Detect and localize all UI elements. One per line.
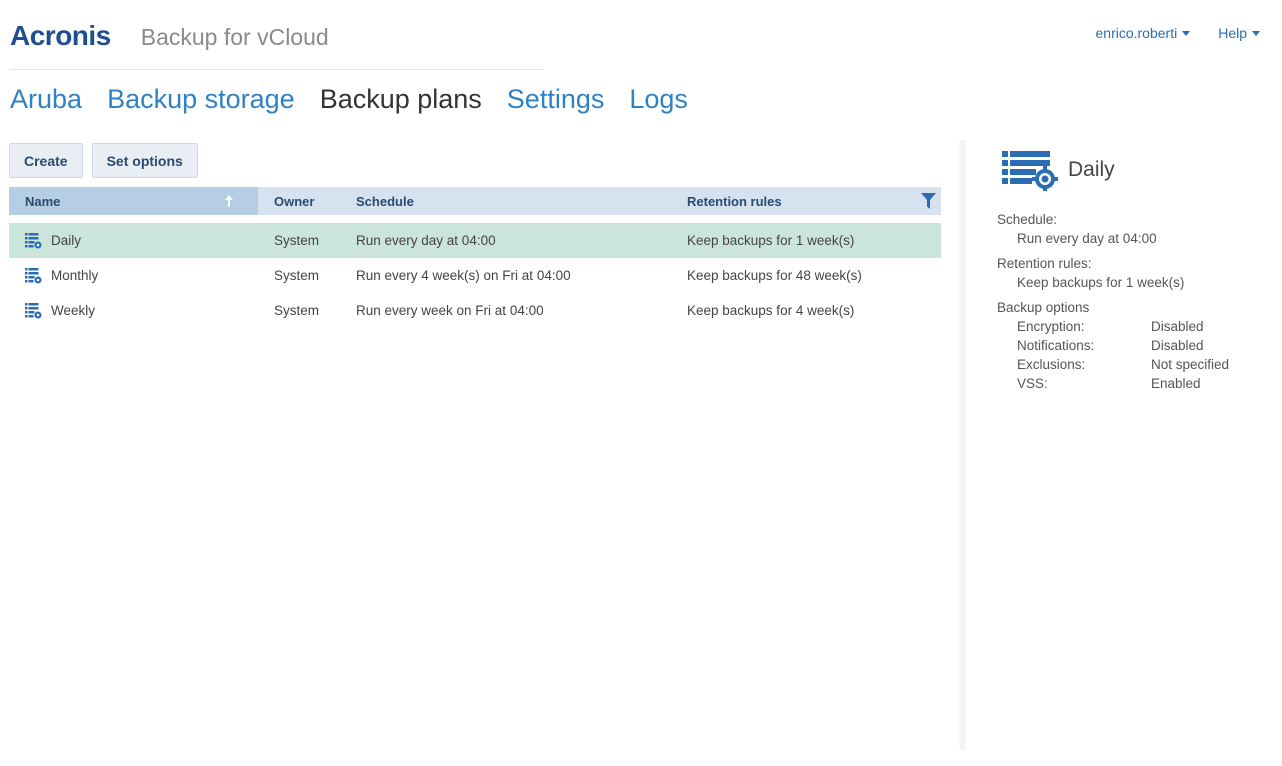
schedule-value: Run every day at 04:00: [1017, 231, 1157, 246]
column-header-name[interactable]: Name: [9, 187, 258, 215]
column-header-label: Schedule: [356, 193, 414, 209]
backup-plan-icon: [25, 303, 42, 319]
brand: Acronis Backup for vCloud: [10, 20, 329, 56]
option-row: Exclusions: Not specified: [997, 355, 1267, 374]
table-row[interactable]: Daily System Run every day at 04:00 Keep…: [9, 223, 941, 258]
plan-owner: System: [274, 268, 320, 283]
retention-label: Retention rules:: [997, 256, 1092, 271]
column-header-owner[interactable]: Owner: [274, 187, 314, 215]
option-row: Notifications: Disabled: [997, 336, 1267, 355]
help-label: Help: [1218, 25, 1247, 41]
nav-backup-storage[interactable]: Backup storage: [107, 84, 295, 115]
nav-backup-plans[interactable]: Backup plans: [320, 84, 482, 115]
plan-name: Weekly: [51, 303, 96, 318]
toolbar: Create Set options: [9, 143, 198, 178]
option-value: Not specified: [1151, 357, 1230, 372]
plan-name: Monthly: [51, 268, 99, 283]
plan-retention: Keep backups for 1 week(s): [687, 233, 855, 248]
plan-schedule: Run every 4 week(s) on Fri at 04:00: [356, 268, 571, 283]
option-key: Exclusions:: [1017, 357, 1086, 372]
retention-value: Keep backups for 1 week(s): [1017, 275, 1185, 290]
backup-options-label: Backup options: [997, 300, 1090, 315]
sort-ascending-icon: [225, 195, 233, 207]
option-value: Enabled: [1151, 376, 1201, 391]
plan-retention: Keep backups for 48 week(s): [687, 268, 862, 283]
table-body: Daily System Run every day at 04:00 Keep…: [9, 223, 941, 328]
plan-name: Daily: [51, 233, 82, 248]
user-area: enrico.roberti Help: [1096, 25, 1260, 41]
table-header: Name Owner Schedule Retention rules: [9, 187, 941, 215]
nav-logs[interactable]: Logs: [629, 84, 688, 115]
chevron-down-icon: [1182, 30, 1191, 36]
nav-aruba[interactable]: Aruba: [10, 84, 82, 115]
user-name: enrico.roberti: [1095, 25, 1178, 41]
table-row[interactable]: Weekly System Run every week on Fri at 0…: [9, 293, 941, 328]
user-menu[interactable]: enrico.roberti: [1096, 25, 1191, 41]
product-name: Backup for vCloud: [140, 24, 329, 50]
option-key: Encryption:: [1017, 319, 1085, 334]
plan-retention: Keep backups for 4 week(s): [687, 303, 855, 318]
backup-plans-table: Name Owner Schedule Retention rules Dail…: [9, 187, 941, 328]
backup-plan-icon: [25, 233, 42, 249]
option-value: Disabled: [1151, 319, 1204, 334]
option-row: Encryption: Disabled: [997, 317, 1267, 336]
plan-schedule: Run every week on Fri at 04:00: [356, 303, 544, 318]
backup-plan-icon: [1002, 151, 1058, 191]
filter-icon[interactable]: [921, 193, 936, 209]
plan-schedule: Run every day at 04:00: [356, 233, 496, 248]
column-header-label: Retention rules: [687, 193, 782, 209]
option-key: VSS:: [1017, 376, 1048, 391]
option-value: Disabled: [1151, 338, 1204, 353]
panel-header: Daily: [997, 150, 1267, 191]
set-options-button[interactable]: Set options: [91, 143, 198, 178]
panel-title: Daily: [1068, 158, 1115, 181]
header-divider: [10, 69, 543, 70]
chevron-down-icon: [1252, 30, 1260, 36]
backup-plan-icon: [25, 268, 42, 284]
option-key: Notifications:: [1017, 338, 1095, 353]
nav-settings[interactable]: Settings: [507, 84, 605, 115]
plan-owner: System: [274, 233, 320, 248]
option-row: VSS: Enabled: [997, 374, 1267, 393]
column-header-schedule[interactable]: Schedule: [356, 187, 414, 215]
column-header-label: Owner: [274, 193, 315, 209]
panel-divider: [958, 140, 968, 750]
plan-details-panel: Daily Schedule: Run every day at 04:00 R…: [997, 150, 1267, 393]
column-header-label: Name: [25, 193, 61, 209]
plan-owner: System: [274, 303, 320, 318]
acronis-logo: Acronis: [10, 20, 111, 51]
column-header-retention[interactable]: Retention rules: [687, 187, 782, 215]
help-menu[interactable]: Help: [1218, 25, 1260, 41]
schedule-label: Schedule:: [997, 212, 1058, 227]
create-button[interactable]: Create: [9, 143, 83, 178]
table-row[interactable]: Monthly System Run every 4 week(s) on Fr…: [9, 258, 941, 293]
main-nav: Aruba Backup storage Backup plans Settin…: [10, 84, 688, 115]
